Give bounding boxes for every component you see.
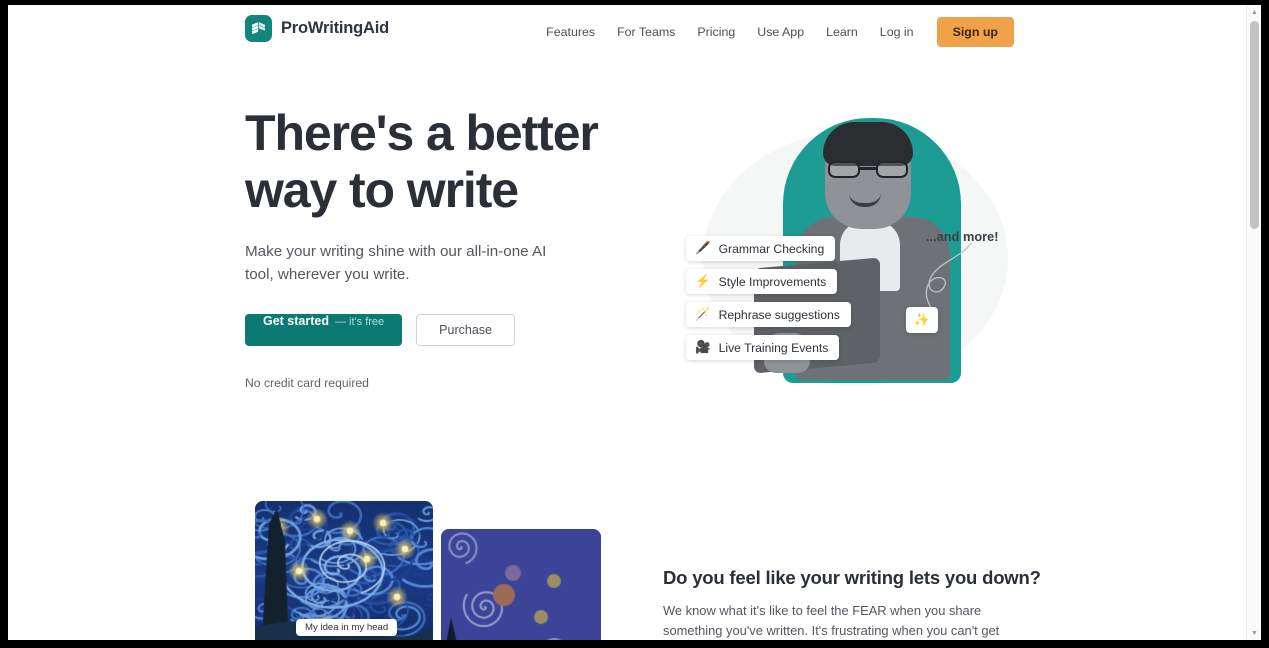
section-two-title: Do you feel like your writing lets you d…: [663, 567, 1015, 589]
hero-copy: There's a better way to write Make your …: [245, 105, 645, 390]
site-header: ProWritingAid Features For Teams Pricing…: [8, 5, 1246, 61]
writing-lets-you-down-section: My idea in my head Do you feel like your…: [8, 461, 1246, 640]
hero-section: There's a better way to write Make your …: [8, 61, 1246, 461]
lightning-bolt-icon: ⚡: [695, 275, 711, 288]
feature-label: Rephrase suggestions: [719, 308, 840, 322]
hero-action-buttons: Get started — it's free Purchase: [245, 314, 645, 346]
glasses-lens-right: [876, 161, 908, 178]
feature-label: Style Improvements: [719, 275, 827, 289]
feature-pill-live-training-events[interactable]: 🎥 Live Training Events: [686, 335, 839, 360]
glasses-bridge: [860, 167, 876, 170]
simplified-drawing-image: [441, 529, 601, 640]
get-started-note: — it's free: [335, 316, 384, 328]
nav-link-pricing[interactable]: Pricing: [686, 19, 746, 45]
sparkles-icon: ✨: [914, 312, 930, 328]
feature-pill-list: 🖋️ Grammar Checking ⚡ Style Improvements…: [686, 236, 901, 360]
hero-title-line-2: way to write: [245, 162, 518, 218]
get-started-label: Get started: [263, 314, 329, 328]
glasses-icon: [828, 161, 908, 178]
section-two-copy: Do you feel like your writing lets you d…: [663, 567, 1015, 640]
artwork-comparison: My idea in my head: [255, 501, 600, 640]
section-two-body: We know what it's like to feel the FEAR …: [663, 601, 1015, 640]
scrollbar-up-arrow[interactable]: ▲: [1247, 5, 1261, 19]
nav-link-learn[interactable]: Learn: [815, 19, 869, 45]
sparkle-badge: ✨: [906, 307, 938, 333]
person-hair: [823, 122, 913, 166]
feature-label: Grammar Checking: [719, 242, 825, 256]
feature-pill-rephrase-suggestions[interactable]: 🪄 Rephrase suggestions: [686, 302, 851, 327]
main-navigation: Features For Teams Pricing Use App Learn…: [535, 17, 1014, 47]
scrollbar-thumb[interactable]: [1250, 21, 1259, 229]
web-page: ProWritingAid Features For Teams Pricing…: [8, 5, 1246, 640]
simplified-drawing-canvas: [441, 529, 601, 640]
no-credit-card-note: No credit card required: [245, 376, 645, 390]
hero-title-line-1: There's a better: [245, 105, 598, 161]
nav-link-log-in[interactable]: Log in: [869, 19, 925, 45]
sign-up-button[interactable]: Sign up: [937, 17, 1014, 47]
page-viewport: ProWritingAid Features For Teams Pricing…: [8, 5, 1261, 640]
magic-wand-icon: 🪄: [695, 308, 711, 321]
hero-subtitle: Make your writing shine with our all-in-…: [245, 240, 575, 286]
book-pages-icon: [245, 15, 272, 42]
brand-name: ProWritingAid: [281, 19, 389, 38]
browser-frame: ProWritingAid Features For Teams Pricing…: [0, 0, 1269, 648]
hero-title: There's a better way to write: [245, 105, 645, 219]
nav-link-use-app[interactable]: Use App: [746, 19, 815, 45]
nav-link-for-teams[interactable]: For Teams: [606, 19, 686, 45]
movie-camera-icon: 🎥: [695, 341, 711, 354]
purchase-button[interactable]: Purchase: [416, 314, 515, 346]
feather-pen-icon: 🖋️: [695, 242, 711, 255]
idea-caption-badge: My idea in my head: [296, 619, 397, 636]
scrollbar-down-arrow[interactable]: ▼: [1247, 626, 1261, 640]
brand-logo-link[interactable]: ProWritingAid: [245, 15, 389, 42]
feature-label: Live Training Events: [719, 341, 829, 355]
nav-link-features[interactable]: Features: [535, 19, 606, 45]
get-started-button[interactable]: Get started — it's free: [245, 314, 402, 346]
glasses-lens-left: [828, 161, 860, 178]
feature-pill-grammar-checking[interactable]: 🖋️ Grammar Checking: [686, 236, 835, 261]
feature-pill-style-improvements[interactable]: ⚡ Style Improvements: [686, 269, 837, 294]
hero-illustration: 🖋️ Grammar Checking ⚡ Style Improvements…: [668, 111, 1028, 441]
page-scrollbar[interactable]: ▲ ▼: [1246, 5, 1261, 640]
